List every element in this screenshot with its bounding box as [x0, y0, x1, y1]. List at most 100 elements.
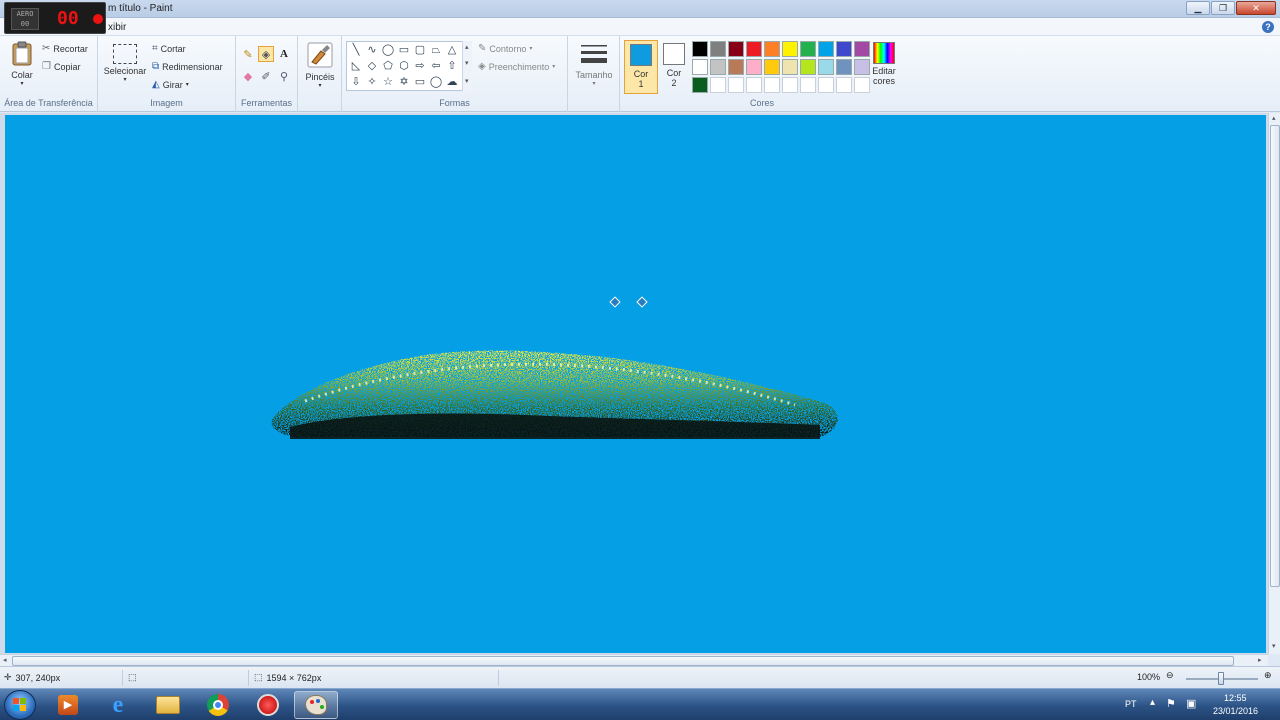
palette-swatch[interactable]: [836, 77, 852, 93]
zoom-in-icon[interactable]: ⊕: [1264, 670, 1272, 681]
color-picker-tool[interactable]: ✐: [258, 68, 274, 84]
drawing-canvas[interactable]: [5, 115, 1266, 653]
taskbar-recorder[interactable]: [246, 691, 290, 719]
magnifier-tool[interactable]: ⚲: [276, 68, 292, 84]
hexagon-shape-icon[interactable]: ⬡: [397, 59, 411, 73]
cut-button[interactable]: ✂ Recortar: [42, 43, 88, 54]
language-indicator[interactable]: PT: [1125, 699, 1137, 709]
restore-button[interactable]: ❐: [1211, 1, 1235, 15]
menu-view-tab[interactable]: xibir: [108, 22, 126, 33]
horizontal-scroll-thumb[interactable]: [12, 656, 1234, 666]
callout-oval-shape-icon[interactable]: ◯: [429, 75, 443, 89]
palette-swatch[interactable]: [710, 77, 726, 93]
taskbar-paint[interactable]: [294, 691, 338, 719]
callout-rect-shape-icon[interactable]: ▭: [413, 75, 427, 89]
vertical-scroll-thumb[interactable]: [1270, 125, 1280, 587]
action-center-flag-icon[interactable]: ⚑: [1166, 697, 1176, 710]
resize-button[interactable]: ⧉ Redimensionar: [152, 61, 223, 72]
pencil-tool[interactable]: ✎: [240, 46, 256, 62]
record-icon[interactable]: [93, 14, 103, 24]
curve-shape-icon[interactable]: ∿: [365, 43, 379, 57]
palette-swatch[interactable]: [800, 41, 816, 57]
color2-button[interactable]: Cor 2: [662, 40, 686, 94]
taskbar-chrome[interactable]: [196, 691, 240, 719]
recorder-widget[interactable]: AERO 00 00: [4, 2, 106, 34]
fill-button[interactable]: ◈ Preenchimento ▾: [478, 61, 555, 72]
scroll-left-icon[interactable]: ◂: [3, 656, 7, 664]
palette-swatch[interactable]: [836, 41, 852, 57]
palette-swatch[interactable]: [710, 41, 726, 57]
palette-swatch[interactable]: [782, 59, 798, 75]
palette-swatch[interactable]: [764, 41, 780, 57]
palette-swatch[interactable]: [800, 59, 816, 75]
taskbar-explorer[interactable]: [146, 691, 190, 719]
close-button[interactable]: ✕: [1236, 1, 1276, 15]
vertical-scrollbar[interactable]: ▴ ▾: [1268, 113, 1280, 654]
eraser-tool[interactable]: ◆: [240, 68, 256, 84]
crop-button[interactable]: ⌗ Cortar: [152, 43, 186, 54]
callout-cloud-shape-icon[interactable]: ☁: [445, 75, 459, 89]
palette-swatch[interactable]: [764, 59, 780, 75]
scroll-right-icon[interactable]: ▸: [1258, 656, 1262, 664]
oval-shape-icon[interactable]: ◯: [381, 43, 395, 57]
palette-swatch[interactable]: [800, 77, 816, 93]
palette-swatch[interactable]: [746, 77, 762, 93]
shapes-scrollbar[interactable]: ▴ ▾ ▾: [462, 41, 472, 91]
line-shape-icon[interactable]: ╲: [349, 43, 363, 57]
expand-gallery-icon[interactable]: ▾: [465, 77, 469, 85]
pentagon-shape-icon[interactable]: ⬠: [381, 59, 395, 73]
tray-arrow-icon[interactable]: ▴: [1150, 697, 1155, 708]
palette-swatch[interactable]: [746, 59, 762, 75]
clock-time[interactable]: 12:55: [1224, 693, 1247, 703]
edit-colors-button[interactable]: Editar cores: [868, 42, 900, 86]
zoom-slider-thumb[interactable]: [1218, 672, 1224, 685]
palette-swatch[interactable]: [692, 59, 708, 75]
text-tool[interactable]: A: [276, 46, 292, 62]
palette-swatch[interactable]: [782, 77, 798, 93]
palette-swatch[interactable]: [728, 59, 744, 75]
size-button[interactable]: Tamanho ▾: [574, 42, 614, 87]
palette-swatch[interactable]: [746, 41, 762, 57]
palette-swatch[interactable]: [818, 41, 834, 57]
fill-tool[interactable]: ◈: [258, 46, 274, 62]
zoom-out-icon[interactable]: ⊖: [1166, 670, 1174, 681]
shapes-gallery[interactable]: ╲ ∿ ◯ ▭ ▢ ⏢ △ ◺ ◇ ⬠ ⬡ ⇨ ⇦ ⇧ ⇩ ✧ ☆ ✡ ▭ ◯ …: [346, 41, 472, 91]
scroll-down-icon[interactable]: ▾: [465, 59, 469, 67]
palette-swatch[interactable]: [818, 77, 834, 93]
help-icon[interactable]: ?: [1262, 21, 1274, 33]
arrow-down-shape-icon[interactable]: ⇩: [349, 75, 363, 89]
paste-button[interactable]: Colar ▾: [6, 40, 38, 87]
select-button[interactable]: Selecionar ▾: [102, 44, 148, 83]
palette-swatch[interactable]: [728, 77, 744, 93]
arrow-up-shape-icon[interactable]: ⇧: [445, 59, 459, 73]
minimize-button[interactable]: ▁: [1186, 1, 1210, 15]
palette-swatch[interactable]: [782, 41, 798, 57]
palette-swatch[interactable]: [836, 59, 852, 75]
arrow-right-shape-icon[interactable]: ⇨: [413, 59, 427, 73]
right-triangle-shape-icon[interactable]: ◺: [349, 59, 363, 73]
brushes-button[interactable]: Pincéis ▾: [304, 42, 336, 89]
palette-swatch[interactable]: [692, 77, 708, 93]
rotate-button[interactable]: ◭ Girar ▾: [152, 79, 189, 90]
rounded-rectangle-shape-icon[interactable]: ▢: [413, 43, 427, 57]
rectangle-shape-icon[interactable]: ▭: [397, 43, 411, 57]
palette-swatch[interactable]: [818, 59, 834, 75]
scroll-up-icon[interactable]: ▴: [1272, 114, 1276, 122]
color1-button[interactable]: Cor 1: [624, 40, 658, 94]
palette-swatch[interactable]: [764, 77, 780, 93]
diamond-shape-icon[interactable]: ◇: [365, 59, 379, 73]
polygon-shape-icon[interactable]: ⏢: [429, 43, 443, 57]
copy-button[interactable]: ❐ Copiar: [42, 61, 80, 72]
taskbar-media-player[interactable]: ▶: [46, 691, 90, 719]
outline-button[interactable]: ✎ Contorno ▾: [478, 43, 532, 54]
clock-date[interactable]: 23/01/2016: [1213, 706, 1258, 716]
palette-swatch[interactable]: [710, 59, 726, 75]
triangle-shape-icon[interactable]: △: [445, 43, 459, 57]
six-point-star-shape-icon[interactable]: ✡: [397, 75, 411, 89]
palette-swatch[interactable]: [692, 41, 708, 57]
start-button[interactable]: [4, 690, 36, 720]
palette-swatch[interactable]: [728, 41, 744, 57]
network-icon[interactable]: ▣: [1186, 697, 1196, 710]
scroll-up-icon[interactable]: ▴: [465, 43, 469, 51]
horizontal-scrollbar[interactable]: ◂ ▸: [0, 654, 1268, 666]
